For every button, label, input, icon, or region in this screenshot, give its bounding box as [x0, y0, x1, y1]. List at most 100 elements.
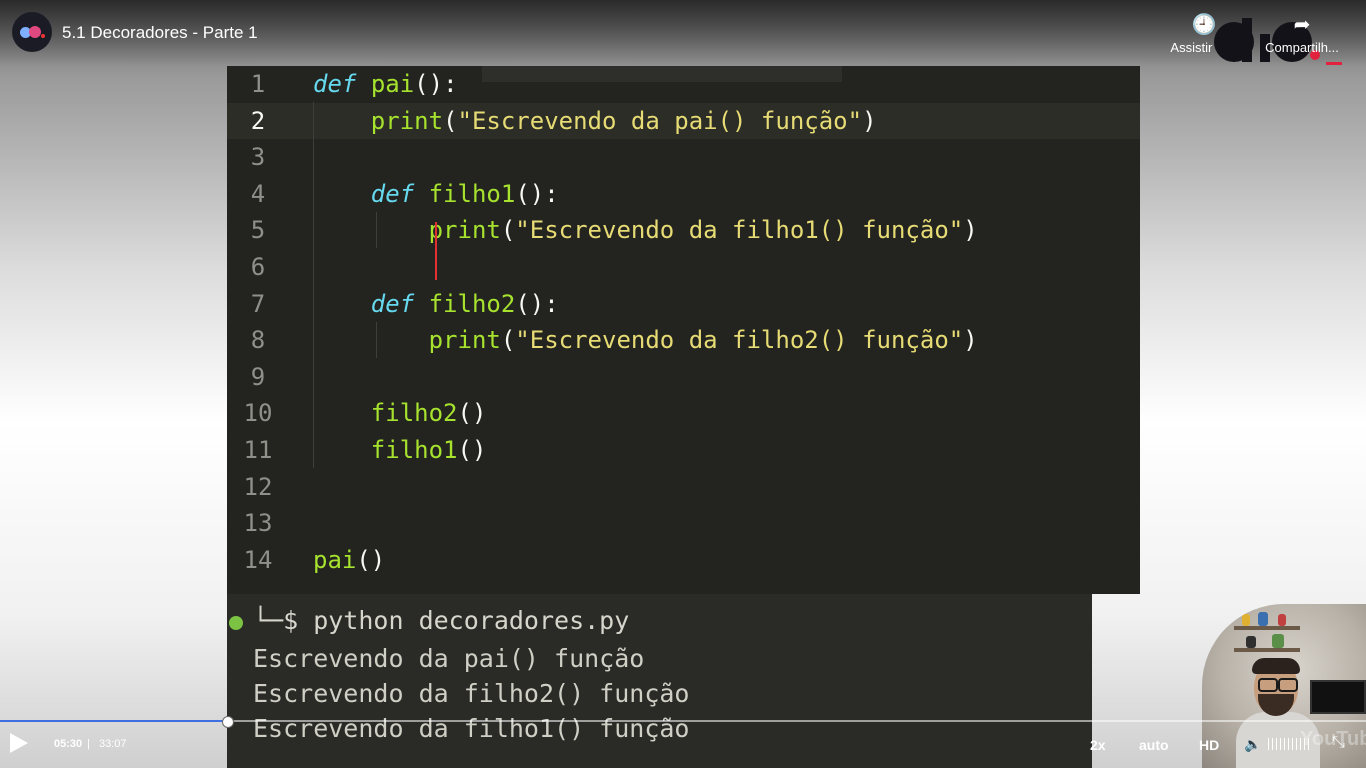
code-token: () [457, 436, 487, 464]
terminal-status-dot [229, 616, 243, 630]
code-text: filho2() [313, 395, 487, 431]
line-number: 12 [243, 472, 273, 501]
code-token: ( [500, 326, 516, 355]
code-token: "Escrevendo da filho2() função" [515, 326, 964, 355]
video-title[interactable]: 5.1 Decoradores - Parte 1 [62, 23, 258, 43]
line-number: 4 [250, 179, 266, 208]
code-line[interactable]: 5 print("Escrevendo da filho1() função") [227, 212, 1140, 248]
code-token: "Escrevendo da filho1() função" [515, 216, 964, 245]
code-editor: 1 def pai(): 2 print("Escrevendo da pai() … [227, 66, 1140, 594]
code-token: pai [313, 545, 357, 574]
code-line[interactable]: 9 [227, 359, 1140, 395]
code-line[interactable]: 13 [227, 505, 1140, 541]
code-line[interactable]: 14 pai() [227, 542, 1140, 578]
line-number: 10 [243, 399, 273, 428]
code-text: print("Escrevendo da pai() função") [313, 103, 877, 139]
code-token: def [370, 179, 415, 208]
line-number: 2 [250, 106, 266, 135]
top-bar: 5.1 Decoradores - Parte 1 🕘 Assistir m..… [0, 0, 1366, 66]
code-text: def pai(): [313, 66, 458, 102]
code-token: def [370, 289, 415, 318]
code-line[interactable]: 6 [227, 249, 1140, 285]
indent-guide [376, 212, 377, 248]
line-number: 8 [250, 326, 266, 355]
line-number: 14 [243, 545, 273, 574]
terminal-prompt: └─$ python decoradores.py [253, 606, 630, 635]
code-text: def filho2(): [313, 286, 559, 322]
code-token: filho1 [428, 179, 516, 208]
code-token: pai [370, 70, 415, 98]
code-token: filho2 [370, 399, 458, 428]
progress-bar[interactable] [0, 720, 1366, 722]
line-number: 6 [250, 253, 266, 281]
terminal-output-line: Escrevendo da filho2() função [253, 679, 690, 708]
line-number: 1 [250, 70, 266, 98]
code-token: ) [862, 106, 877, 135]
line-number: 7 [250, 289, 266, 318]
indent-guide [376, 322, 377, 358]
code-line[interactable]: 1 def pai(): [227, 66, 1140, 102]
code-line[interactable]: 2 print("Escrevendo da pai() função") [227, 102, 1140, 139]
code-token: () [356, 545, 386, 574]
code-token: (): [515, 289, 559, 318]
code-line[interactable]: 4 def filho1(): [227, 176, 1140, 212]
code-token: ) [963, 216, 978, 245]
code-line[interactable]: 11 filho1() [227, 432, 1140, 468]
code-token: print [428, 326, 501, 355]
volume-slider[interactable] [1268, 738, 1312, 750]
code-token: print [428, 216, 501, 245]
line-number: 11 [243, 436, 273, 464]
code-text: print("Escrevendo da filho1() função") [313, 212, 978, 248]
quality-button[interactable]: auto [1139, 737, 1169, 753]
play-icon[interactable] [10, 733, 28, 753]
code-text: pai() [313, 542, 385, 578]
code-line[interactable]: 8 print("Escrevendo da filho2() função") [227, 322, 1140, 358]
code-token: "Escrevendo da pai() função" [457, 106, 863, 135]
code-line[interactable]: 7 def filho2(): [227, 286, 1140, 322]
code-line[interactable]: 3 [227, 139, 1140, 175]
code-token: ) [963, 326, 978, 355]
progress-fill [0, 720, 227, 722]
code-text: def filho1(): [313, 176, 559, 212]
code-text: filho1() [313, 432, 487, 468]
code-token: ( [443, 106, 458, 135]
code-token: print [370, 106, 444, 135]
share-label: Compartilh... [1265, 40, 1339, 55]
volume-icon[interactable]: 🔈 [1244, 736, 1261, 753]
code-text: print("Escrevendo da filho2() função") [313, 322, 978, 358]
code-token: filho2 [428, 289, 516, 318]
share-button[interactable]: ➦ Compartilh... [1262, 14, 1342, 55]
current-time: 05:30 [54, 738, 83, 750]
code-token: (): [515, 179, 559, 208]
indent-guide [313, 102, 314, 468]
progress-scrubber[interactable] [221, 716, 234, 728]
code-token: ( [500, 216, 516, 245]
code-line[interactable]: 10 filho2() [227, 395, 1140, 431]
total-time: 33:07 [99, 738, 127, 750]
channel-avatar[interactable] [12, 12, 52, 52]
code-token: () [457, 399, 487, 428]
line-number: 9 [250, 362, 266, 391]
code-token: def [313, 70, 357, 98]
line-number: 3 [250, 143, 266, 172]
text-cursor [435, 222, 437, 280]
line-number: 5 [250, 216, 266, 245]
share-icon: ➦ [1293, 14, 1311, 36]
time-separator: | [87, 738, 90, 750]
code-token: filho1 [370, 436, 458, 464]
code-line[interactable]: 12 [227, 469, 1140, 505]
exit-fullscreen-icon[interactable]: ⤡ [1332, 734, 1345, 752]
playback-speed-button[interactable]: 2x [1090, 737, 1106, 753]
line-number: 13 [243, 509, 273, 538]
hd-button[interactable]: HD [1199, 737, 1219, 753]
